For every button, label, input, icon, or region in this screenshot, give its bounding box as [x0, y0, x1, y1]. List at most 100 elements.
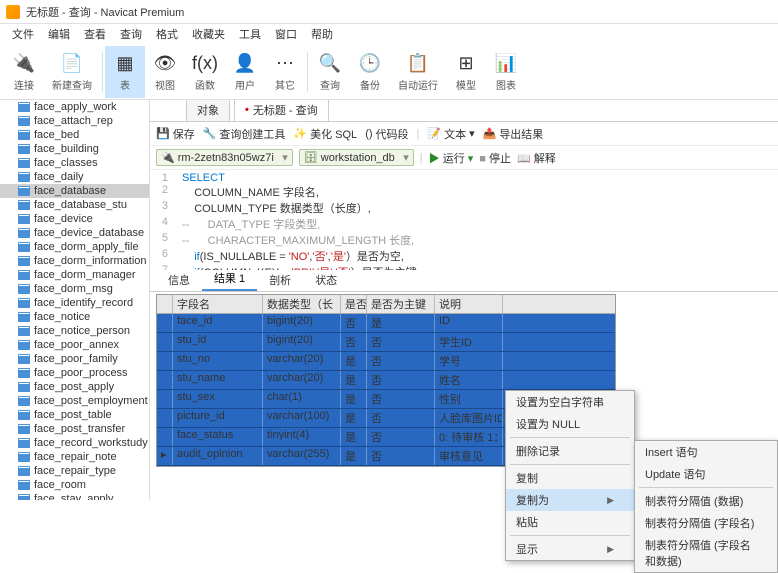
save-button[interactable]: 💾 保存 [156, 126, 195, 142]
tree-item-face_repair_type[interactable]: face_repair_type [0, 464, 149, 478]
ctx-delete[interactable]: 删除记录 [506, 440, 634, 462]
beautify-sql-button[interactable]: ✨ 美化 SQL [293, 126, 357, 142]
database-combo[interactable]: 🗄 workstation_db [299, 149, 414, 166]
toolbtn-其它[interactable]: ⋯其它 [265, 46, 305, 98]
tree-item-face_poor_process[interactable]: face_poor_process [0, 366, 149, 380]
toolbtn-视图[interactable]: 👁视图 [145, 46, 185, 98]
table-icon [18, 228, 30, 238]
stop-button[interactable]: ■ 停止 [479, 150, 511, 166]
tree-item-face_bed[interactable]: face_bed [0, 128, 149, 142]
tab-status[interactable]: 状态 [303, 269, 349, 291]
tree-item-face_identify_record[interactable]: face_identify_record [0, 296, 149, 310]
sql-editor[interactable]: 1SELECT2 COLUMN_NAME 字段名,3 COLUMN_TYPE 数… [150, 170, 778, 270]
toolbtn-模型[interactable]: ⊞模型 [446, 46, 486, 98]
col-0[interactable] [157, 295, 173, 313]
grid-row[interactable]: face_idbigint(20)否是ID [157, 314, 615, 333]
toolbtn-图表[interactable]: 📊图表 [486, 46, 526, 98]
tree-item-face_dorm_information[interactable]: face_dorm_information [0, 254, 149, 268]
toolbtn-备份[interactable]: 🕒备份 [350, 46, 390, 98]
ctx-copy[interactable]: 复制 [506, 467, 634, 489]
toolbtn-函数[interactable]: f(x)函数 [185, 46, 225, 98]
col-3[interactable]: 是否为空 [341, 295, 367, 313]
tree-item-face_post_table[interactable]: face_post_table [0, 408, 149, 422]
menu-文件[interactable]: 文件 [6, 24, 40, 44]
menu-格式[interactable]: 格式 [150, 24, 184, 44]
col-1[interactable]: 字段名 [173, 295, 263, 313]
connection-bar: 🔌 rm-2zetn83n05wz7i 🗄 workstation_db | ▶… [150, 146, 778, 170]
toolbtn-新建查询[interactable]: 📄新建查询 [44, 46, 100, 98]
tree-item-face_dorm_manager[interactable]: face_dorm_manager [0, 268, 149, 282]
tree-item-face_database[interactable]: face_database [0, 184, 149, 198]
sub-update[interactable]: Update 语句 [635, 463, 777, 485]
main-toolbar: 🔌连接📄新建查询▦表👁视图f(x)函数👤用户⋯其它🔍查询🕒备份📋自动运行⊞模型📊… [0, 44, 778, 100]
tree-item-face_device[interactable]: face_device [0, 212, 149, 226]
tree-item-face_stay_apply[interactable]: face_stay_apply [0, 492, 149, 500]
query-builder-button[interactable]: 🔧 查询创建工具 [203, 126, 286, 142]
tree-item-face_database_stu[interactable]: face_database_stu [0, 198, 149, 212]
object-tree[interactable]: face_apply_workface_attach_repface_bedfa… [0, 100, 150, 500]
tree-item-face_repair_note[interactable]: face_repair_note [0, 450, 149, 464]
tree-item-face_building[interactable]: face_building [0, 142, 149, 156]
sub-tab-data[interactable]: 制表符分隔值 (数据) [635, 490, 777, 512]
toolbtn-自动运行[interactable]: 📋自动运行 [390, 46, 446, 98]
col-5[interactable]: 说明 [435, 295, 503, 313]
tree-item-face_post_employment[interactable]: face_post_employment [0, 394, 149, 408]
tree-item-face_post_transfer[interactable]: face_post_transfer [0, 422, 149, 436]
sub-insert[interactable]: Insert 语句 [635, 441, 777, 463]
tree-item-face_room[interactable]: face_room [0, 478, 149, 492]
toolbtn-用户[interactable]: 👤用户 [225, 46, 265, 98]
视图-icon: 👁 [153, 51, 177, 75]
tab-result1[interactable]: 结果 1 [202, 267, 257, 291]
menu-编辑[interactable]: 编辑 [42, 24, 76, 44]
col-4[interactable]: 是否为主键 [367, 295, 435, 313]
tree-item-face_apply_work[interactable]: face_apply_work [0, 100, 149, 114]
sub-tab-fields[interactable]: 制表符分隔值 (字段名) [635, 512, 777, 534]
ctx-set-blank[interactable]: 设置为空白字符串 [506, 391, 634, 413]
context-submenu[interactable]: Insert 语句 Update 语句 制表符分隔值 (数据) 制表符分隔值 (… [634, 440, 778, 573]
menu-窗口[interactable]: 窗口 [269, 24, 303, 44]
menu-查询[interactable]: 查询 [114, 24, 148, 44]
text-button[interactable]: 📝 文本 ▾ [427, 126, 474, 142]
toolbtn-查询[interactable]: 🔍查询 [310, 46, 350, 98]
code-snippet-button[interactable]: () 代码段 [365, 126, 408, 142]
toolbtn-表[interactable]: ▦表 [105, 46, 145, 98]
tree-item-face_classes[interactable]: face_classes [0, 156, 149, 170]
export-button[interactable]: 📤 导出结果 [483, 126, 544, 142]
grid-row[interactable]: stu_namevarchar(20)是否姓名 [157, 371, 615, 390]
run-button[interactable]: ▶ 运行 ▾ [429, 150, 474, 166]
ctx-show[interactable]: 显示▶ [506, 538, 634, 560]
menu-工具[interactable]: 工具 [233, 24, 267, 44]
tab-objects[interactable]: 对象 [186, 100, 230, 121]
context-menu[interactable]: 设置为空白字符串 设置为 NULL 删除记录 复制 复制为▶ 粘贴 显示▶ [505, 390, 635, 561]
tree-item-face_dorm_msg[interactable]: face_dorm_msg [0, 282, 149, 296]
sub-tab-both[interactable]: 制表符分隔值 (字段名和数据) [635, 534, 777, 572]
tree-item-face_dorm_apply_file[interactable]: face_dorm_apply_file [0, 240, 149, 254]
tree-item-face_post_apply[interactable]: face_post_apply [0, 380, 149, 394]
ctx-copy-as[interactable]: 复制为▶ [506, 489, 634, 511]
tree-item-face_poor_family[interactable]: face_poor_family [0, 352, 149, 366]
tree-item-face_record_workstudy[interactable]: face_record_workstudy [0, 436, 149, 450]
ctx-set-null[interactable]: 设置为 NULL [506, 413, 634, 435]
grid-row[interactable]: stu_novarchar(20)是否学号 [157, 352, 615, 371]
server-combo[interactable]: 🔌 rm-2zetn83n05wz7i [156, 149, 293, 166]
menu-查看[interactable]: 查看 [78, 24, 112, 44]
toolbtn-连接[interactable]: 🔌连接 [4, 46, 44, 98]
模型-icon: ⊞ [454, 51, 478, 75]
table-icon [18, 410, 30, 420]
menu-帮助[interactable]: 帮助 [305, 24, 339, 44]
tab-query[interactable]: •无标题 - 查询 [234, 100, 329, 121]
tree-item-face_device_database[interactable]: face_device_database [0, 226, 149, 240]
tree-item-face_daily[interactable]: face_daily [0, 170, 149, 184]
ctx-paste[interactable]: 粘贴 [506, 511, 634, 533]
menu-收藏夹[interactable]: 收藏夹 [186, 24, 231, 44]
tree-item-face_poor_annex[interactable]: face_poor_annex [0, 338, 149, 352]
explain-button[interactable]: 📖 解释 [517, 150, 556, 166]
tree-item-face_attach_rep[interactable]: face_attach_rep [0, 114, 149, 128]
col-2[interactable]: 数据类型（长 [263, 295, 341, 313]
grid-row[interactable]: stu_idbigint(20)否否学生ID [157, 333, 615, 352]
tab-info[interactable]: 信息 [156, 269, 202, 291]
tree-item-face_notice[interactable]: face_notice [0, 310, 149, 324]
table-icon [18, 396, 30, 406]
tree-item-face_notice_person[interactable]: face_notice_person [0, 324, 149, 338]
tab-profile[interactable]: 剖析 [257, 269, 303, 291]
